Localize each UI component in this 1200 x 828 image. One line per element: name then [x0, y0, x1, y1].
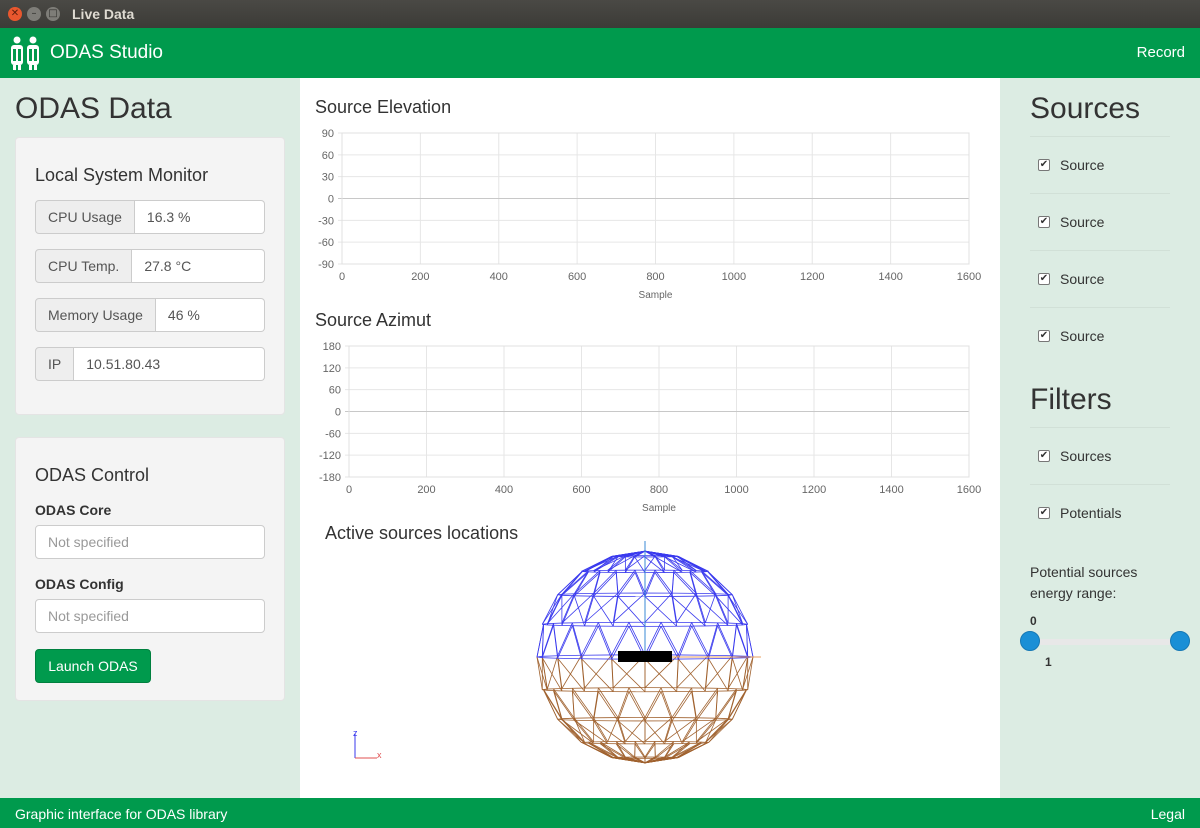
memory-usage-group: Memory Usage 46 %	[35, 298, 265, 332]
launch-odas-button[interactable]: Launch ODAS	[35, 649, 151, 683]
energy-range-max-value: 1	[1045, 655, 1052, 669]
panel-title: ODAS Data	[15, 92, 172, 125]
odas-logo-icon	[11, 36, 39, 70]
odas-config-input[interactable]: Not specified	[35, 599, 265, 633]
source-checkbox-2[interactable]: ✔ Source	[1038, 214, 1104, 230]
list-divider	[1030, 136, 1170, 137]
odas-core-label: ODAS Core	[35, 502, 112, 518]
energy-range-track[interactable]	[1030, 639, 1180, 645]
list-divider	[1030, 427, 1170, 428]
close-window-button[interactable]: ✕	[8, 7, 22, 21]
minimize-window-button[interactable]: –	[27, 7, 41, 21]
app-footer: Graphic interface for ODAS library Legal	[0, 798, 1200, 828]
cpu-usage-group: CPU Usage 16.3 %	[35, 200, 265, 234]
ip-group: IP 10.51.80.43	[35, 347, 265, 381]
energy-range-min-handle[interactable]	[1020, 631, 1040, 651]
odas-data-panel: ODAS Data Local System Monitor CPU Usage…	[0, 78, 300, 798]
brand-name[interactable]: ODAS Studio	[50, 42, 163, 64]
system-monitor-title: Local System Monitor	[35, 165, 209, 185]
app-navbar: ODAS Studio Record	[0, 28, 1200, 78]
list-divider	[1030, 307, 1170, 308]
list-divider	[1030, 193, 1170, 194]
source-checkbox-label: Source	[1060, 328, 1105, 344]
window-title: Live Data	[72, 6, 135, 22]
cpu-temp-group: CPU Temp. 27.8 °C	[35, 249, 265, 283]
source-checkbox-4[interactable]: ✔ Source	[1038, 328, 1104, 344]
source-checkbox-1[interactable]: ✔ Source	[1038, 157, 1104, 173]
memory-usage-label: Memory Usage	[35, 298, 156, 332]
legal-link[interactable]: Legal	[1151, 806, 1185, 822]
odas-core-input[interactable]: Not specified	[35, 525, 265, 559]
filter-checkbox-2[interactable]: ✔ Potentials	[1038, 505, 1121, 521]
source-checkbox-label: Source	[1060, 214, 1105, 230]
odas-config-label: ODAS Config	[35, 576, 124, 592]
energy-range-max-handle[interactable]	[1170, 631, 1190, 651]
list-divider	[1030, 484, 1170, 485]
cpu-usage-label: CPU Usage	[35, 200, 135, 234]
memory-usage-value: 46 %	[155, 298, 265, 332]
list-divider	[1030, 250, 1170, 251]
source-checkbox-3[interactable]: ✔ Source	[1038, 271, 1104, 287]
maximize-window-button[interactable]: □	[46, 7, 60, 21]
filters-title: Filters	[1030, 383, 1112, 416]
energy-range-min-value: 0	[1030, 614, 1037, 628]
filter-checkbox-label: Potentials	[1060, 505, 1122, 521]
source-checkbox-label: Source	[1060, 157, 1105, 173]
x-axis-label: x	[377, 750, 382, 760]
record-link[interactable]: Record	[1137, 44, 1185, 61]
energy-range-label: Potential sources energy range:	[1030, 564, 1138, 601]
filter-checkbox-1[interactable]: ✔ Sources	[1038, 448, 1111, 464]
odas-control-card: ODAS Control ODAS Core Not specified ODA…	[15, 437, 285, 701]
cpu-usage-value: 16.3 %	[134, 200, 265, 234]
check-icon[interactable]: ✔	[1038, 507, 1050, 519]
live-charts-area: Source Elevation 0 200 400 600 800 1000 1200 14…	[300, 78, 1000, 798]
ip-value: 10.51.80.43	[74, 347, 265, 381]
system-monitor-card: Local System Monitor CPU Usage 16.3 % CP…	[15, 137, 285, 415]
sources-title: Sources	[1030, 92, 1141, 125]
source-checkbox-label: Source	[1060, 271, 1105, 287]
check-icon[interactable]: ✔	[1038, 216, 1050, 228]
footer-text: Graphic interface for ODAS library	[15, 806, 228, 822]
check-icon[interactable]: ✔	[1038, 450, 1050, 462]
check-icon[interactable]: ✔	[1038, 273, 1050, 285]
window-titlebar: ✕ – □ Live Data	[0, 0, 1200, 28]
cpu-temp-label: CPU Temp.	[35, 249, 133, 283]
cpu-temp-value: 27.8 °C	[132, 249, 265, 283]
check-icon[interactable]: ✔	[1038, 159, 1050, 171]
sources-panel: Sources ✔ Source ✔ Source ✔ Source ✔ Source Fil…	[1000, 78, 1200, 798]
axes-legend-icon: z x	[353, 728, 382, 760]
odas-control-title: ODAS Control	[35, 465, 150, 485]
z-axis-label: z	[353, 728, 358, 738]
check-icon[interactable]: ✔	[1038, 330, 1050, 342]
filter-checkbox-label: Sources	[1060, 448, 1112, 464]
ip-label: IP	[35, 347, 75, 381]
